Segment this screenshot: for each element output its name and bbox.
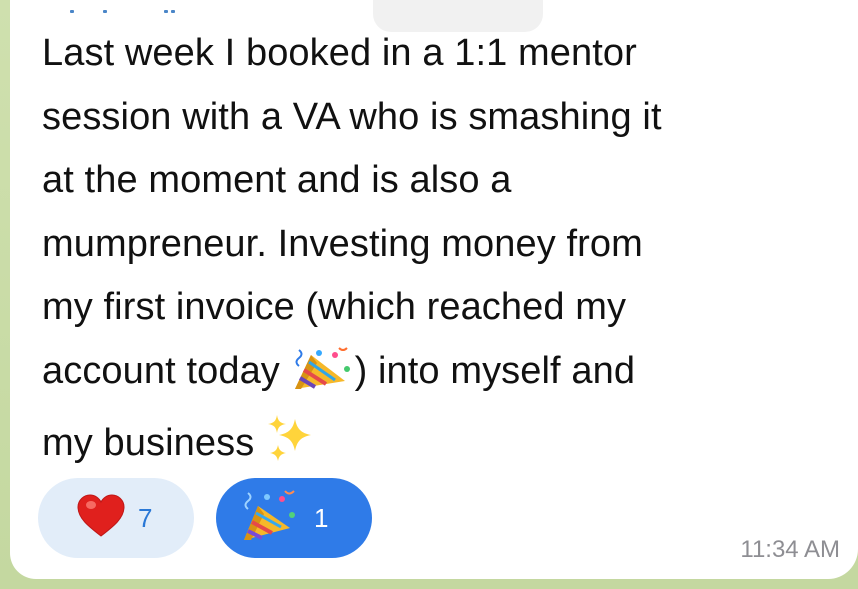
heart-icon [76, 493, 126, 543]
sparkles-icon [265, 411, 317, 484]
party-popper-icon [240, 488, 298, 549]
message-text: Last week I booked in a 1:1 mentor sessi… [42, 22, 842, 484]
reaction-heart-button[interactable]: 7 [38, 478, 194, 558]
reaction-count: 7 [138, 502, 153, 533]
sender-name-clipped [70, 6, 180, 14]
party-popper-icon [291, 346, 355, 412]
message-line: session with a VA who is smashing it [42, 95, 662, 138]
reaction-party-button[interactable]: 1 [216, 478, 372, 558]
message-line: my first invoice (which reached my [42, 286, 627, 328]
reaction-bar: 7 1 [38, 478, 372, 558]
message-line: Last week I booked in a 1:1 mentor [42, 32, 637, 74]
reaction-count: 1 [314, 502, 329, 533]
message-bubble[interactable]: Last week I booked in a 1:1 mentor sessi… [10, 0, 858, 579]
message-line: ) into myself and [354, 349, 636, 392]
message-line: at the moment and is also a [42, 159, 512, 201]
message-line: my business [42, 422, 265, 464]
message-line: account today [42, 349, 291, 392]
message-line: mumpreneur. Investing money from [42, 222, 643, 265]
message-timestamp: 11:34 AM [740, 536, 840, 563]
